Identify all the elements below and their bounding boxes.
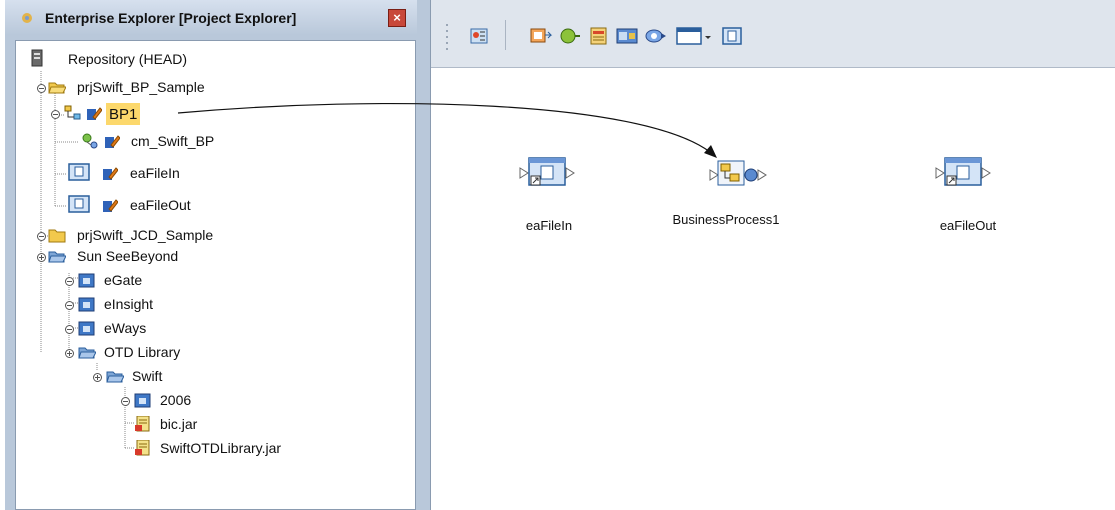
external-application-node-icon — [935, 157, 991, 186]
tree-item-eafileout[interactable]: eaFileOut — [26, 195, 226, 217]
tree-label: cm_Swift_BP — [131, 133, 215, 149]
explorer-icon — [22, 13, 32, 23]
collapse-toggle-icon[interactable] — [36, 252, 47, 263]
expand-toggle-icon[interactable] — [64, 300, 75, 311]
tree-item-prjswift-bp-sample[interactable]: prjSwift_BP_Sample — [26, 77, 326, 99]
tree-label: OTD Library — [104, 344, 181, 360]
panel-splitter[interactable] — [417, 0, 430, 510]
open-folder-icon — [48, 251, 66, 263]
collapse-toggle-icon[interactable] — [64, 348, 75, 359]
open-folder-icon — [78, 347, 96, 359]
tree-item-einsight[interactable]: eInsight — [26, 294, 226, 316]
external-application-node-icon — [519, 157, 575, 186]
tree-label: Repository (HEAD) — [68, 51, 188, 67]
canvas-node-eafilein[interactable]: eaFileIn — [511, 150, 587, 240]
open-folder-icon — [48, 82, 66, 94]
canvas-node-businessprocess1[interactable]: BusinessProcess1 — [671, 150, 781, 240]
tree-item-2006[interactable]: 2006 — [26, 390, 226, 412]
tree-item-egate[interactable]: eGate — [26, 270, 226, 292]
properties-icon[interactable] — [467, 25, 491, 47]
expand-toggle-icon[interactable] — [64, 276, 75, 287]
external-application-icon — [68, 163, 90, 181]
tree-item-eafilein[interactable]: eaFileIn — [26, 163, 226, 185]
tree-item-prjswift-jcd-sample[interactable]: prjSwift_JCD_Sample — [26, 225, 326, 247]
tree-label: eGate — [104, 272, 143, 288]
collapse-toggle-icon[interactable] — [92, 372, 103, 383]
explorer-title: Enterprise Explorer [Project Explorer] — [45, 10, 297, 26]
repository-icon — [31, 49, 43, 67]
topic-tool-icon[interactable] — [587, 25, 611, 47]
expand-toggle-icon[interactable] — [64, 324, 75, 335]
tree-label: bic.jar — [160, 416, 198, 432]
checkout-pencil-icon — [103, 167, 118, 180]
folder-icon — [48, 229, 66, 243]
tree-label: eaFileOut — [130, 197, 191, 213]
toolbar-grip[interactable] — [445, 22, 451, 52]
tree-label: Swift — [132, 368, 163, 384]
connectivity-map-icon — [82, 133, 98, 149]
node-label: BusinessProcess1 — [672, 212, 780, 227]
web-service-tool-icon[interactable] — [615, 25, 639, 47]
open-folder-icon — [106, 371, 124, 383]
close-button[interactable]: × — [388, 9, 406, 27]
expand-toggle-icon[interactable] — [120, 396, 131, 407]
tree-item-sun-seebeyond[interactable]: Sun SeeBeyond — [26, 246, 326, 268]
jar-file-icon — [135, 440, 150, 456]
tree-label: Sun SeeBeyond — [77, 248, 179, 264]
node-label: eaFileIn — [525, 218, 573, 233]
tree-item-cm-swift-bp[interactable]: cm_Swift_BP — [26, 131, 226, 153]
expand-toggle-icon[interactable] — [50, 109, 61, 120]
window-dropdown-icon[interactable] — [675, 25, 713, 47]
tree-item-bp1[interactable]: BP1 — [26, 103, 226, 125]
project-tree: Repository (HEAD) prjSwift_BP_Sample BP1 — [15, 40, 416, 510]
checkout-pencil-icon — [87, 107, 102, 120]
canvas-node-eafileout[interactable]: eaFileOut — [923, 150, 1013, 240]
tree-item-eways[interactable]: eWays — [26, 318, 226, 340]
module-folder-icon — [134, 393, 151, 408]
expand-toggle-icon[interactable] — [36, 231, 47, 242]
external-application-icon — [68, 195, 90, 213]
service-tool-icon[interactable] — [557, 25, 581, 47]
tree-label: prjSwift_BP_Sample — [77, 79, 205, 95]
checkout-pencil-icon — [105, 135, 120, 148]
connectivity-map-editor: eaFileIn BusinessProcess1 eaFileOut — [430, 0, 1115, 510]
jar-file-icon — [135, 416, 150, 432]
business-process-icon — [64, 105, 81, 120]
tree-label: prjSwift_JCD_Sample — [77, 227, 214, 243]
editor-toolbar — [431, 0, 1115, 68]
tree-label: SwiftOTDLibrary.jar — [160, 440, 282, 456]
checkout-pencil-icon — [103, 199, 118, 212]
module-folder-icon — [78, 273, 95, 288]
tree-item-otd-library[interactable]: OTD Library — [26, 342, 226, 364]
tree-item-swiftotdlibrary-jar[interactable]: SwiftOTDLibrary.jar — [26, 438, 281, 460]
tree-label: eInsight — [104, 296, 154, 312]
tree-label: eWays — [104, 320, 147, 336]
node-label: eaFileOut — [939, 218, 997, 233]
tree-label: 2006 — [160, 392, 192, 408]
tree-item-repository[interactable]: Repository (HEAD) — [26, 49, 226, 71]
document-tool-icon[interactable] — [720, 25, 744, 47]
toolbar-separator — [505, 20, 506, 50]
tree-label: BP1 — [109, 106, 138, 123]
module-folder-icon — [78, 321, 95, 336]
enterprise-explorer-panel: Enterprise Explorer [Project Explorer] × — [5, 0, 417, 510]
explorer-title-bar: Enterprise Explorer [Project Explorer] × — [5, 0, 417, 35]
business-process-node-icon — [709, 160, 767, 186]
expand-toggle-icon[interactable] — [36, 83, 47, 94]
module-folder-icon — [78, 297, 95, 312]
tree-label: eaFileIn — [130, 165, 180, 181]
tree-item-bic-jar[interactable]: bic.jar — [26, 414, 226, 436]
tree-item-swift[interactable]: Swift — [26, 366, 226, 388]
external-app-tool-icon[interactable] — [529, 25, 553, 47]
connector-tool-icon[interactable] — [644, 25, 668, 47]
